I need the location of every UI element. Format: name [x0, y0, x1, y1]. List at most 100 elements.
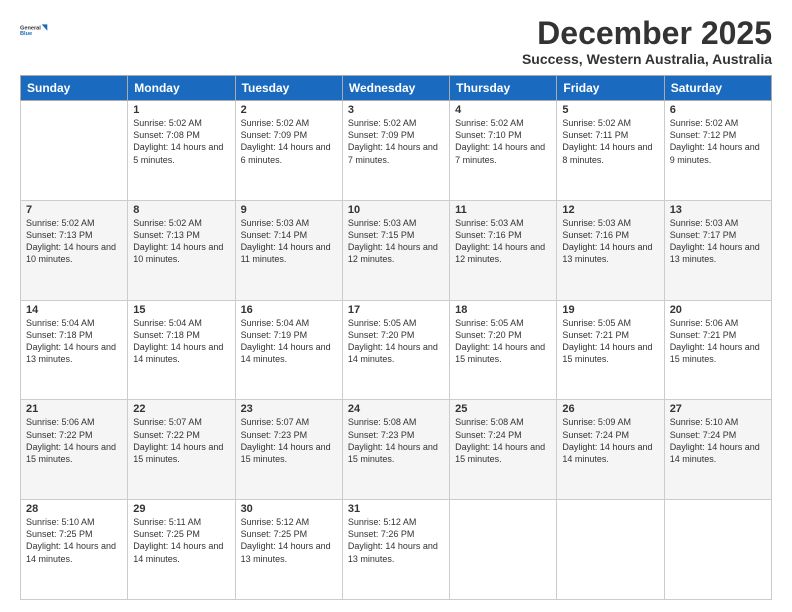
- svg-text:General: General: [20, 25, 41, 31]
- day-info: Sunrise: 5:04 AMSunset: 7:18 PMDaylight:…: [26, 317, 122, 366]
- title-block: December 2025 Success, Western Australia…: [522, 16, 772, 67]
- day-info: Sunrise: 5:06 AMSunset: 7:21 PMDaylight:…: [670, 317, 766, 366]
- calendar-cell: 20Sunrise: 5:06 AMSunset: 7:21 PMDayligh…: [664, 300, 771, 400]
- day-number: 11: [455, 204, 551, 216]
- day-info: Sunrise: 5:02 AMSunset: 7:08 PMDaylight:…: [133, 117, 229, 166]
- day-number: 25: [455, 403, 551, 415]
- day-info: Sunrise: 5:04 AMSunset: 7:18 PMDaylight:…: [133, 317, 229, 366]
- day-info: Sunrise: 5:05 AMSunset: 7:21 PMDaylight:…: [562, 317, 658, 366]
- day-info: Sunrise: 5:02 AMSunset: 7:13 PMDaylight:…: [26, 217, 122, 266]
- day-number: 18: [455, 304, 551, 316]
- calendar-cell: 30Sunrise: 5:12 AMSunset: 7:25 PMDayligh…: [235, 500, 342, 600]
- day-number: 23: [241, 403, 337, 415]
- day-number: 20: [670, 304, 766, 316]
- weekday-header-cell: Friday: [557, 76, 664, 101]
- day-number: 9: [241, 204, 337, 216]
- day-number: 24: [348, 403, 444, 415]
- weekday-header-cell: Sunday: [21, 76, 128, 101]
- day-info: Sunrise: 5:02 AMSunset: 7:13 PMDaylight:…: [133, 217, 229, 266]
- calendar-cell: [664, 500, 771, 600]
- day-info: Sunrise: 5:03 AMSunset: 7:15 PMDaylight:…: [348, 217, 444, 266]
- day-number: 4: [455, 104, 551, 116]
- day-number: 17: [348, 304, 444, 316]
- day-info: Sunrise: 5:02 AMSunset: 7:12 PMDaylight:…: [670, 117, 766, 166]
- calendar-cell: 6Sunrise: 5:02 AMSunset: 7:12 PMDaylight…: [664, 101, 771, 201]
- calendar-cell: 16Sunrise: 5:04 AMSunset: 7:19 PMDayligh…: [235, 300, 342, 400]
- calendar-week-row: 28Sunrise: 5:10 AMSunset: 7:25 PMDayligh…: [21, 500, 772, 600]
- calendar-cell: 25Sunrise: 5:08 AMSunset: 7:24 PMDayligh…: [450, 400, 557, 500]
- day-info: Sunrise: 5:03 AMSunset: 7:16 PMDaylight:…: [562, 217, 658, 266]
- day-info: Sunrise: 5:07 AMSunset: 7:22 PMDaylight:…: [133, 416, 229, 465]
- day-info: Sunrise: 5:07 AMSunset: 7:23 PMDaylight:…: [241, 416, 337, 465]
- calendar-cell: 27Sunrise: 5:10 AMSunset: 7:24 PMDayligh…: [664, 400, 771, 500]
- weekday-header-cell: Saturday: [664, 76, 771, 101]
- day-number: 8: [133, 204, 229, 216]
- calendar-cell: [450, 500, 557, 600]
- calendar-cell: [21, 101, 128, 201]
- month-title: December 2025: [522, 16, 772, 51]
- day-info: Sunrise: 5:12 AMSunset: 7:25 PMDaylight:…: [241, 516, 337, 565]
- day-info: Sunrise: 5:09 AMSunset: 7:24 PMDaylight:…: [562, 416, 658, 465]
- day-number: 16: [241, 304, 337, 316]
- day-number: 19: [562, 304, 658, 316]
- calendar-cell: 4Sunrise: 5:02 AMSunset: 7:10 PMDaylight…: [450, 101, 557, 201]
- day-info: Sunrise: 5:10 AMSunset: 7:24 PMDaylight:…: [670, 416, 766, 465]
- day-number: 1: [133, 104, 229, 116]
- calendar-cell: 15Sunrise: 5:04 AMSunset: 7:18 PMDayligh…: [128, 300, 235, 400]
- weekday-header-cell: Wednesday: [342, 76, 449, 101]
- weekday-header-cell: Thursday: [450, 76, 557, 101]
- day-number: 3: [348, 104, 444, 116]
- calendar-cell: 29Sunrise: 5:11 AMSunset: 7:25 PMDayligh…: [128, 500, 235, 600]
- day-info: Sunrise: 5:06 AMSunset: 7:22 PMDaylight:…: [26, 416, 122, 465]
- day-info: Sunrise: 5:03 AMSunset: 7:16 PMDaylight:…: [455, 217, 551, 266]
- calendar-cell: 23Sunrise: 5:07 AMSunset: 7:23 PMDayligh…: [235, 400, 342, 500]
- day-info: Sunrise: 5:04 AMSunset: 7:19 PMDaylight:…: [241, 317, 337, 366]
- day-number: 13: [670, 204, 766, 216]
- day-number: 14: [26, 304, 122, 316]
- day-info: Sunrise: 5:08 AMSunset: 7:24 PMDaylight:…: [455, 416, 551, 465]
- day-info: Sunrise: 5:08 AMSunset: 7:23 PMDaylight:…: [348, 416, 444, 465]
- day-number: 12: [562, 204, 658, 216]
- location: Success, Western Australia, Australia: [522, 51, 772, 67]
- calendar-cell: 1Sunrise: 5:02 AMSunset: 7:08 PMDaylight…: [128, 101, 235, 201]
- calendar-cell: 12Sunrise: 5:03 AMSunset: 7:16 PMDayligh…: [557, 200, 664, 300]
- svg-text:Blue: Blue: [20, 31, 32, 37]
- day-number: 21: [26, 403, 122, 415]
- day-info: Sunrise: 5:10 AMSunset: 7:25 PMDaylight:…: [26, 516, 122, 565]
- calendar-cell: 5Sunrise: 5:02 AMSunset: 7:11 PMDaylight…: [557, 101, 664, 201]
- calendar-cell: 10Sunrise: 5:03 AMSunset: 7:15 PMDayligh…: [342, 200, 449, 300]
- calendar-cell: 22Sunrise: 5:07 AMSunset: 7:22 PMDayligh…: [128, 400, 235, 500]
- day-number: 22: [133, 403, 229, 415]
- day-info: Sunrise: 5:11 AMSunset: 7:25 PMDaylight:…: [133, 516, 229, 565]
- day-number: 6: [670, 104, 766, 116]
- calendar-cell: 28Sunrise: 5:10 AMSunset: 7:25 PMDayligh…: [21, 500, 128, 600]
- day-number: 29: [133, 503, 229, 515]
- day-info: Sunrise: 5:02 AMSunset: 7:10 PMDaylight:…: [455, 117, 551, 166]
- calendar-cell: 11Sunrise: 5:03 AMSunset: 7:16 PMDayligh…: [450, 200, 557, 300]
- calendar-week-row: 1Sunrise: 5:02 AMSunset: 7:08 PMDaylight…: [21, 101, 772, 201]
- day-info: Sunrise: 5:02 AMSunset: 7:09 PMDaylight:…: [348, 117, 444, 166]
- weekday-header-cell: Tuesday: [235, 76, 342, 101]
- calendar-cell: 3Sunrise: 5:02 AMSunset: 7:09 PMDaylight…: [342, 101, 449, 201]
- calendar-cell: 2Sunrise: 5:02 AMSunset: 7:09 PMDaylight…: [235, 101, 342, 201]
- weekday-header-cell: Monday: [128, 76, 235, 101]
- calendar-cell: 17Sunrise: 5:05 AMSunset: 7:20 PMDayligh…: [342, 300, 449, 400]
- day-number: 7: [26, 204, 122, 216]
- day-number: 26: [562, 403, 658, 415]
- calendar-cell: 14Sunrise: 5:04 AMSunset: 7:18 PMDayligh…: [21, 300, 128, 400]
- day-number: 31: [348, 503, 444, 515]
- calendar-cell: 19Sunrise: 5:05 AMSunset: 7:21 PMDayligh…: [557, 300, 664, 400]
- day-info: Sunrise: 5:03 AMSunset: 7:17 PMDaylight:…: [670, 217, 766, 266]
- calendar-cell: 18Sunrise: 5:05 AMSunset: 7:20 PMDayligh…: [450, 300, 557, 400]
- weekday-header-row: SundayMondayTuesdayWednesdayThursdayFrid…: [21, 76, 772, 101]
- page: GeneralBlue December 2025 Success, Weste…: [0, 0, 792, 612]
- calendar-week-row: 21Sunrise: 5:06 AMSunset: 7:22 PMDayligh…: [21, 400, 772, 500]
- day-info: Sunrise: 5:05 AMSunset: 7:20 PMDaylight:…: [348, 317, 444, 366]
- day-number: 5: [562, 104, 658, 116]
- day-number: 15: [133, 304, 229, 316]
- day-info: Sunrise: 5:03 AMSunset: 7:14 PMDaylight:…: [241, 217, 337, 266]
- day-number: 10: [348, 204, 444, 216]
- calendar-cell: 21Sunrise: 5:06 AMSunset: 7:22 PMDayligh…: [21, 400, 128, 500]
- day-info: Sunrise: 5:02 AMSunset: 7:11 PMDaylight:…: [562, 117, 658, 166]
- calendar: SundayMondayTuesdayWednesdayThursdayFrid…: [20, 75, 772, 600]
